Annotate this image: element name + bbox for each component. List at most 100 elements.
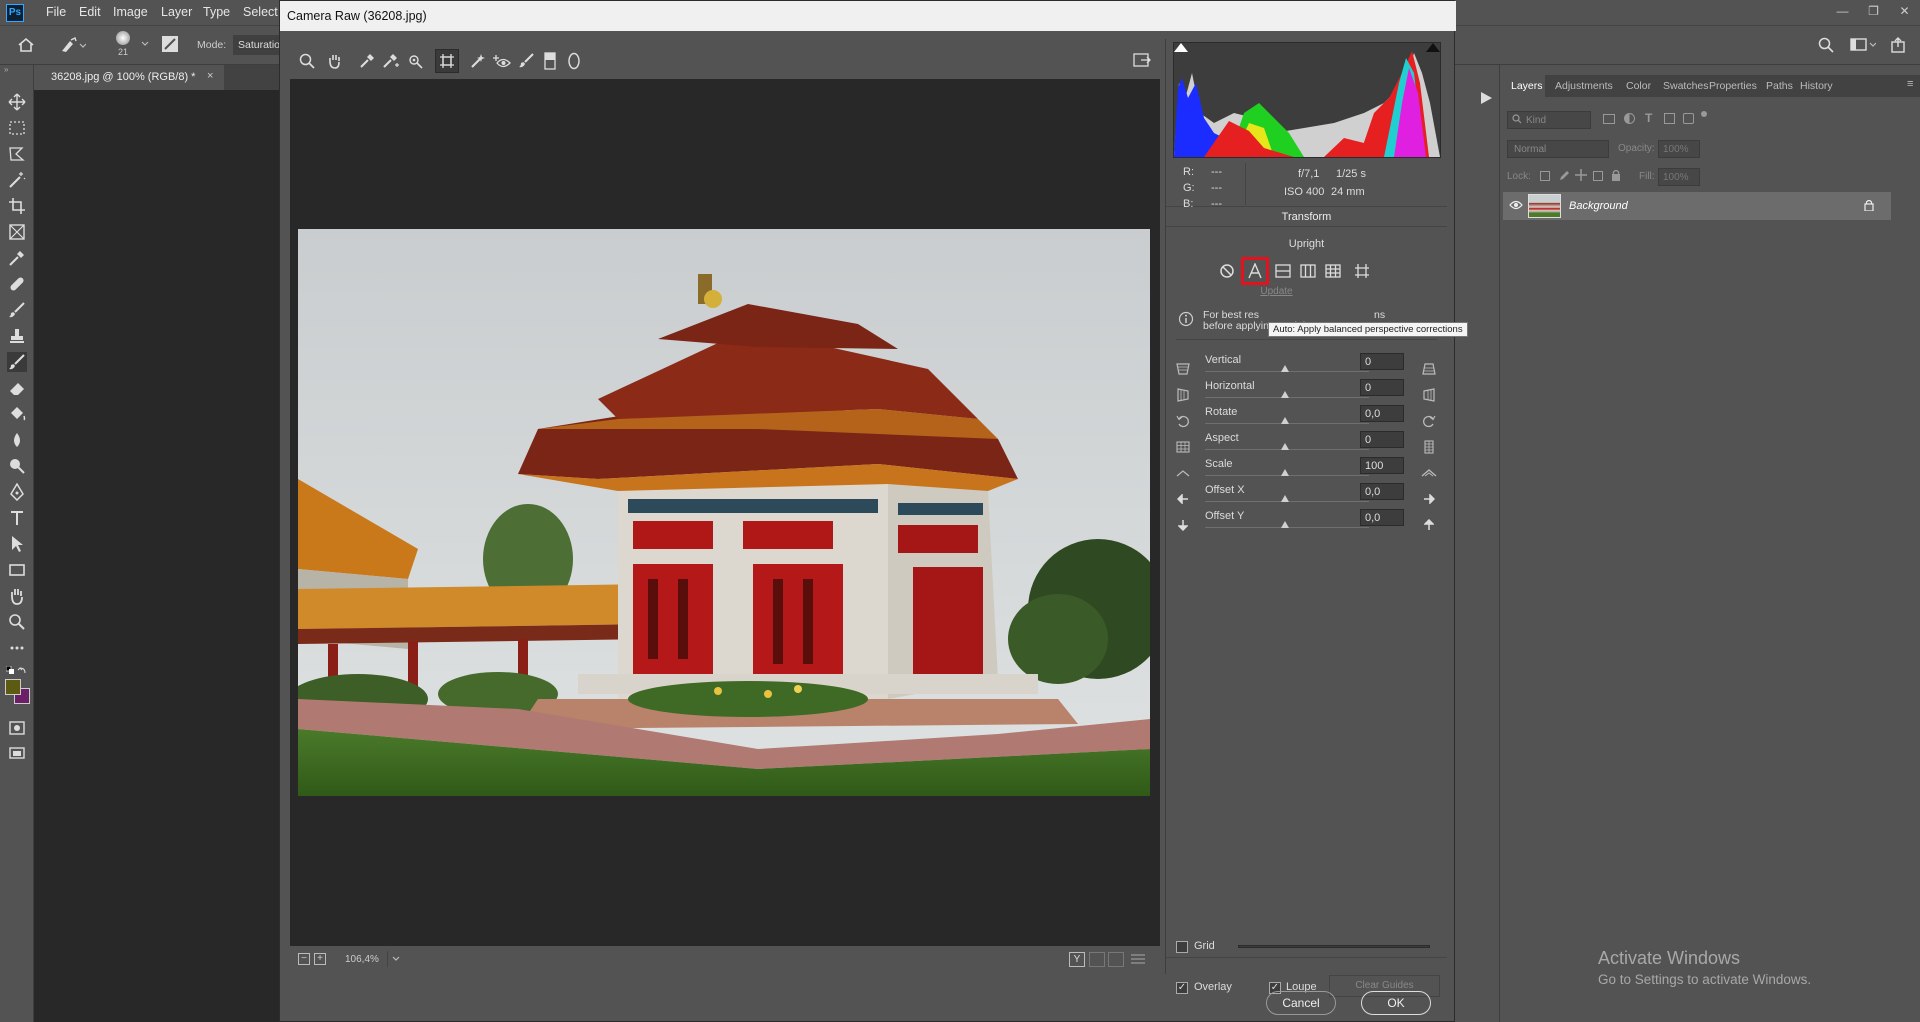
graduated-filter-icon[interactable] (544, 52, 556, 70)
menu-edit[interactable]: Edit (79, 5, 101, 19)
slider-value[interactable]: 100 (1360, 457, 1404, 474)
sponge-tool-preset-icon[interactable] (60, 37, 86, 53)
zoom-dropdown-chevron-icon[interactable] (387, 951, 403, 967)
arrow-down-icon[interactable] (1175, 517, 1191, 533)
magic-wand-tool-icon[interactable] (7, 170, 27, 190)
copy-settings-icon[interactable] (1108, 952, 1124, 967)
tab-properties[interactable]: Properties (1709, 80, 1757, 92)
chevron-down-icon[interactable] (141, 41, 149, 47)
history-brush-tool-icon[interactable] (7, 352, 27, 372)
share-icon[interactable] (1890, 37, 1906, 53)
hand-tool-icon[interactable] (7, 586, 27, 606)
white-balance-icon[interactable] (359, 53, 375, 69)
dialog-title-bar[interactable]: Camera Raw (36208.jpg) (280, 1, 1456, 31)
preview-settings-icon[interactable] (1130, 952, 1146, 966)
play-action-icon[interactable] (1479, 91, 1493, 105)
close-window-button[interactable]: ✕ (1889, 0, 1920, 22)
slider-value[interactable]: 0,0 (1360, 509, 1404, 526)
healing-brush-tool-icon[interactable] (7, 274, 27, 294)
before-after-y-button[interactable]: Y (1069, 952, 1085, 967)
filter-adjustment-icon[interactable] (1624, 113, 1635, 124)
grid-checkbox[interactable] (1176, 941, 1188, 953)
zoom-tool-icon[interactable] (7, 612, 27, 632)
dodge-tool-icon[interactable] (7, 456, 27, 476)
arrow-up-icon[interactable] (1421, 517, 1437, 533)
slider-value[interactable]: 0 (1360, 431, 1404, 448)
blur-tool-icon[interactable] (7, 430, 27, 450)
pen-tool-icon[interactable] (7, 482, 27, 502)
transform-tool-icon[interactable] (435, 49, 459, 73)
filter-smart-object-icon[interactable] (1683, 113, 1694, 124)
close-tab-icon[interactable]: × (207, 70, 213, 82)
rectangle-tool-icon[interactable] (7, 560, 27, 580)
radial-filter-icon[interactable] (567, 52, 581, 70)
upright-vertical-button[interactable] (1294, 257, 1322, 285)
spot-removal-icon[interactable] (470, 53, 486, 69)
tab-layers[interactable]: Layers (1511, 80, 1543, 92)
upright-off-button[interactable] (1213, 257, 1241, 285)
quick-mask-icon[interactable] (7, 718, 27, 738)
clone-stamp-tool-icon[interactable] (7, 326, 27, 346)
crop-tool-icon[interactable] (7, 196, 27, 216)
tab-adjustments[interactable]: Adjustments (1555, 80, 1613, 92)
cancel-button[interactable]: Cancel (1266, 991, 1336, 1015)
slider-value[interactable]: 0 (1360, 353, 1404, 370)
menu-select[interactable]: Select (243, 5, 278, 19)
upright-guided-button[interactable] (1348, 257, 1376, 285)
zoom-icon[interactable] (299, 53, 315, 69)
workspace-icon[interactable] (1850, 37, 1876, 53)
tab-history[interactable]: History (1800, 80, 1833, 92)
marquee-tool-icon[interactable] (7, 118, 27, 138)
brush-tool-icon[interactable] (7, 300, 27, 320)
red-eye-icon[interactable] (493, 53, 511, 69)
blend-mode-dropdown[interactable]: Normal (1507, 140, 1609, 158)
slider-value[interactable]: 0 (1360, 379, 1404, 396)
screen-mode-icon[interactable] (7, 744, 27, 764)
mode-dropdown[interactable]: Saturatio (233, 35, 281, 55)
restore-button[interactable]: ❐ (1858, 0, 1889, 22)
layer-filter-kind[interactable]: Kind (1507, 111, 1591, 129)
hand-icon[interactable] (327, 53, 343, 69)
foreground-color-swatch[interactable] (5, 679, 21, 695)
document-tab[interactable]: 36208.jpg @ 100% (RGB/8) * (34, 65, 224, 90)
slider-thumb[interactable] (1281, 521, 1289, 528)
filter-shape-icon[interactable] (1664, 113, 1675, 124)
panel-menu-icon[interactable]: ≡ (1907, 78, 1913, 90)
tab-paths[interactable]: Paths (1766, 80, 1793, 92)
layer-name[interactable]: Background (1569, 200, 1628, 212)
upright-full-button[interactable] (1319, 257, 1347, 285)
lock-all-icon[interactable] (1611, 169, 1621, 181)
menu-image[interactable]: Image (113, 5, 148, 19)
tab-color[interactable]: Color (1626, 80, 1651, 92)
frame-tool-icon[interactable] (7, 222, 27, 242)
update-button[interactable]: Update (1166, 286, 1387, 297)
search-icon[interactable] (1818, 37, 1834, 53)
highlight-clipping-icon[interactable] (1426, 43, 1440, 52)
collapse-arrows-icon[interactable]: » (4, 65, 8, 74)
ok-button[interactable]: OK (1361, 991, 1431, 1015)
grid-size-slider[interactable] (1238, 945, 1430, 948)
targeted-adjustment-icon[interactable] (407, 53, 425, 69)
move-tool-icon[interactable] (7, 92, 27, 112)
lasso-tool-icon[interactable] (7, 144, 27, 164)
preview-photo[interactable] (298, 229, 1150, 796)
menu-file[interactable]: File (46, 5, 66, 19)
visibility-eye-icon[interactable] (1509, 200, 1523, 210)
type-tool-icon[interactable] (7, 508, 27, 528)
minimize-button[interactable]: — (1827, 0, 1858, 22)
lock-image-icon[interactable] (1558, 169, 1570, 181)
home-icon[interactable] (17, 37, 35, 53)
shadow-clipping-icon[interactable] (1174, 43, 1188, 52)
menu-layer[interactable]: Layer (161, 5, 192, 19)
eraser-tool-icon[interactable] (7, 378, 27, 398)
filter-pixel-icon[interactable] (1603, 114, 1615, 124)
slider-value[interactable]: 0,0 (1360, 405, 1404, 422)
swap-before-after-icon[interactable] (1089, 952, 1105, 967)
paint-bucket-tool-icon[interactable] (7, 404, 27, 424)
default-colors-icon[interactable] (6, 666, 28, 676)
color-sampler-icon[interactable] (382, 53, 400, 69)
zoom-level[interactable]: 106,4% (345, 954, 379, 965)
tab-swatches[interactable]: Swatches (1663, 80, 1709, 92)
slider-value[interactable]: 0,0 (1360, 483, 1404, 500)
brush-preview-icon[interactable] (116, 31, 130, 45)
